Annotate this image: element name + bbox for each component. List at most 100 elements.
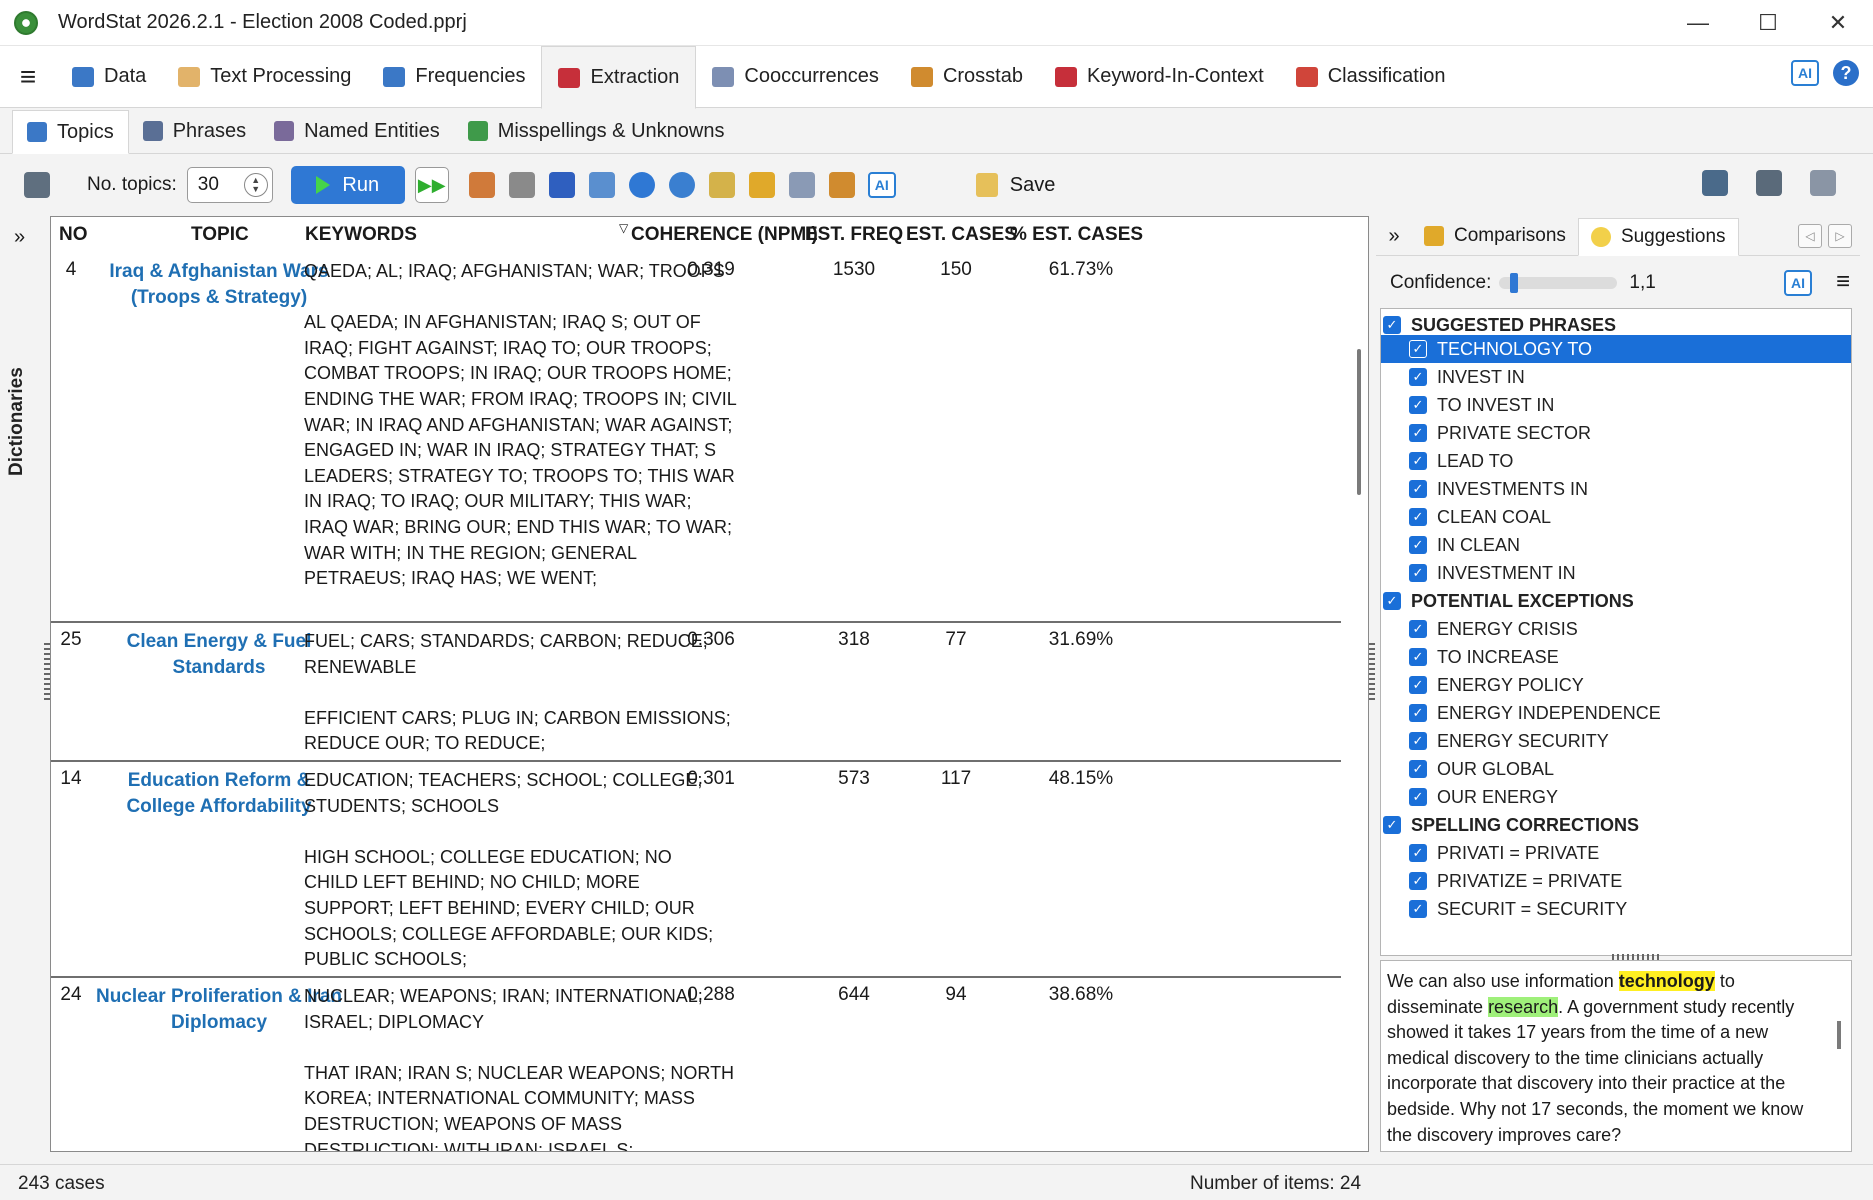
- export-icon[interactable]: [1702, 170, 1728, 196]
- col-keywords[interactable]: KEYWORDS: [305, 224, 417, 246]
- expand-chevron-icon[interactable]: »: [14, 226, 25, 249]
- list-item[interactable]: ✓ OUR ENERGY: [1409, 783, 1558, 811]
- checkbox-icon[interactable]: ✓: [1409, 564, 1427, 582]
- checkbox-icon[interactable]: ✓: [1383, 316, 1401, 334]
- collapse-chevron-icon[interactable]: »: [1376, 217, 1412, 255]
- preview-scrollbar[interactable]: [1837, 1021, 1841, 1049]
- stepper-arrows-icon[interactable]: ▲ ▼: [243, 173, 268, 197]
- list-item[interactable]: ✓ PRIVATIZE = PRIVATE: [1409, 867, 1622, 895]
- ai-assistant-icon[interactable]: AI: [1791, 60, 1819, 86]
- col-pct-est-cases[interactable]: % EST. CASES: [1010, 224, 1143, 246]
- list-item[interactable]: ✓ SECURIT = SECURITY: [1409, 895, 1627, 923]
- table-row[interactable]: 25 Clean Energy & Fuel Standards FUEL; C…: [51, 623, 1341, 762]
- checkbox-icon[interactable]: ✓: [1409, 340, 1427, 358]
- ai-tool-icon[interactable]: AI: [867, 172, 896, 198]
- list-item[interactable]: ✓ CLEAN COAL: [1409, 503, 1551, 531]
- checkbox-icon[interactable]: ✓: [1409, 648, 1427, 666]
- checkbox-icon[interactable]: ✓: [1383, 592, 1401, 610]
- pin-icon[interactable]: [548, 172, 575, 198]
- list-item[interactable]: ✓ ENERGY INDEPENDENCE: [1409, 699, 1661, 727]
- checkbox-icon[interactable]: ✓: [1409, 872, 1427, 890]
- ai-suggest-icon[interactable]: AI: [1784, 270, 1812, 296]
- slider-knob[interactable]: [1510, 273, 1519, 293]
- list-item[interactable]: ✓ IN CLEAN: [1409, 531, 1520, 559]
- col-est-freq[interactable]: EST. FREQ: [805, 224, 903, 246]
- table-row[interactable]: 14 Education Reform & College Affordabil…: [51, 762, 1341, 978]
- tab-frequencies[interactable]: Frequencies: [367, 46, 541, 108]
- checkbox-icon[interactable]: ✓: [1409, 396, 1427, 414]
- subtab-phrases[interactable]: Phrases: [129, 109, 260, 153]
- checkbox-icon[interactable]: ✓: [1409, 900, 1427, 918]
- col-no[interactable]: NO: [59, 224, 88, 246]
- subtab-topics[interactable]: Topics: [12, 110, 129, 154]
- tab-text-processing[interactable]: Text Processing: [162, 46, 367, 108]
- checkbox-icon[interactable]: ✓: [1409, 620, 1427, 638]
- checkbox-icon[interactable]: ✓: [1409, 844, 1427, 862]
- dictionaries-label[interactable]: Dictionaries: [6, 367, 28, 476]
- checkbox-icon[interactable]: ✓: [1409, 480, 1427, 498]
- run-all-button[interactable]: ▶▶: [414, 167, 449, 203]
- confidence-slider[interactable]: [1499, 273, 1618, 293]
- checkbox-icon[interactable]: ✓: [1409, 508, 1427, 526]
- checkbox-icon[interactable]: ✓: [1409, 760, 1427, 778]
- checkbox-icon[interactable]: ✓: [1409, 452, 1427, 470]
- tab-cooccurrences[interactable]: Cooccurrences: [696, 46, 895, 108]
- hamburger-menu-icon[interactable]: ≡: [0, 46, 56, 108]
- list-item[interactable]: ✓ ENERGY POLICY: [1409, 671, 1584, 699]
- sparkle-icon[interactable]: [708, 172, 735, 198]
- help-icon[interactable]: ?: [1833, 60, 1859, 86]
- list-item[interactable]: ✓ PRIVATI = PRIVATE: [1409, 839, 1599, 867]
- table-icon[interactable]: [828, 172, 855, 198]
- tab-crosstab[interactable]: Crosstab: [895, 46, 1039, 108]
- next-arrow-icon[interactable]: ▷: [1828, 224, 1852, 248]
- list-item[interactable]: ✓ INVESTMENT IN: [1409, 559, 1576, 587]
- tab-classification[interactable]: Classification: [1280, 46, 1462, 108]
- table-row[interactable]: 4 Iraq & Afghanistan Wars (Troops & Stra…: [51, 253, 1341, 623]
- checkbox-icon[interactable]: ✓: [1409, 788, 1427, 806]
- run-button[interactable]: Run: [290, 166, 405, 204]
- checkbox-icon[interactable]: ✓: [1409, 732, 1427, 750]
- col-est-cases[interactable]: EST. CASES: [906, 224, 1017, 246]
- list-item[interactable]: ✓ ENERGY CRISIS: [1409, 615, 1578, 643]
- minimize-button[interactable]: —: [1663, 0, 1733, 46]
- group-spelling-corrections[interactable]: ✓ SPELLING CORRECTIONS: [1383, 811, 1639, 839]
- checkbox-icon[interactable]: ✓: [1409, 368, 1427, 386]
- edit-icon[interactable]: [468, 172, 495, 198]
- scrollbar-thumb[interactable]: [1357, 349, 1361, 495]
- list-item[interactable]: ✓ INVESTMENTS IN: [1409, 475, 1588, 503]
- list-item[interactable]: ✓ OUR GLOBAL: [1409, 755, 1554, 783]
- prev-arrow-icon[interactable]: ◁: [1798, 224, 1822, 248]
- menu-icon[interactable]: ≡: [1836, 268, 1850, 296]
- list-item[interactable]: ✓ INVEST IN: [1409, 363, 1525, 391]
- group-potential-exceptions[interactable]: ✓ POTENTIAL EXCEPTIONS: [1383, 587, 1634, 615]
- info-icon[interactable]: [628, 172, 655, 198]
- table-row[interactable]: 24 Nuclear Proliferation & Iran Diplomac…: [51, 978, 1341, 1151]
- right-splitter[interactable]: [1369, 640, 1375, 700]
- checkbox-icon[interactable]: ✓: [1409, 536, 1427, 554]
- list-item[interactable]: ✓ TO INVEST IN: [1409, 391, 1554, 419]
- list-item[interactable]: ✓ LEAD TO: [1409, 447, 1513, 475]
- close-button[interactable]: ✕: [1803, 0, 1873, 46]
- subtab-misspellings[interactable]: Misspellings & Unknowns: [454, 109, 739, 153]
- table-scrollbar[interactable]: [1353, 253, 1367, 1151]
- list-item[interactable]: ✓ PRIVATE SECTOR: [1409, 419, 1591, 447]
- link-icon[interactable]: [788, 172, 815, 198]
- tab-extraction[interactable]: Extraction: [541, 46, 697, 109]
- print-icon[interactable]: [1810, 170, 1836, 196]
- maximize-button[interactable]: ☐: [1733, 0, 1803, 46]
- checkbox-icon[interactable]: ✓: [1383, 816, 1401, 834]
- bar-chart-icon[interactable]: [748, 172, 775, 198]
- list-item[interactable]: ✓ TO INCREASE: [1409, 643, 1559, 671]
- tab-suggestions[interactable]: Suggestions: [1577, 218, 1739, 256]
- search-zoom-icon[interactable]: [588, 172, 615, 198]
- tab-data[interactable]: Data: [56, 46, 162, 108]
- checkbox-icon[interactable]: ✓: [1409, 676, 1427, 694]
- subtab-named-entities[interactable]: Named Entities: [260, 109, 454, 153]
- col-topic[interactable]: TOPIC: [191, 224, 249, 246]
- ntopics-stepper[interactable]: 30 ▲ ▼: [186, 167, 273, 203]
- col-coherence[interactable]: COHERENCE (NPMI): [631, 224, 818, 246]
- tab-keyword-in-context[interactable]: Keyword-In-Context: [1039, 46, 1280, 108]
- delete-icon[interactable]: [508, 172, 535, 198]
- settings-sliders-icon[interactable]: [24, 172, 50, 198]
- disk-save-icon[interactable]: [1756, 170, 1782, 196]
